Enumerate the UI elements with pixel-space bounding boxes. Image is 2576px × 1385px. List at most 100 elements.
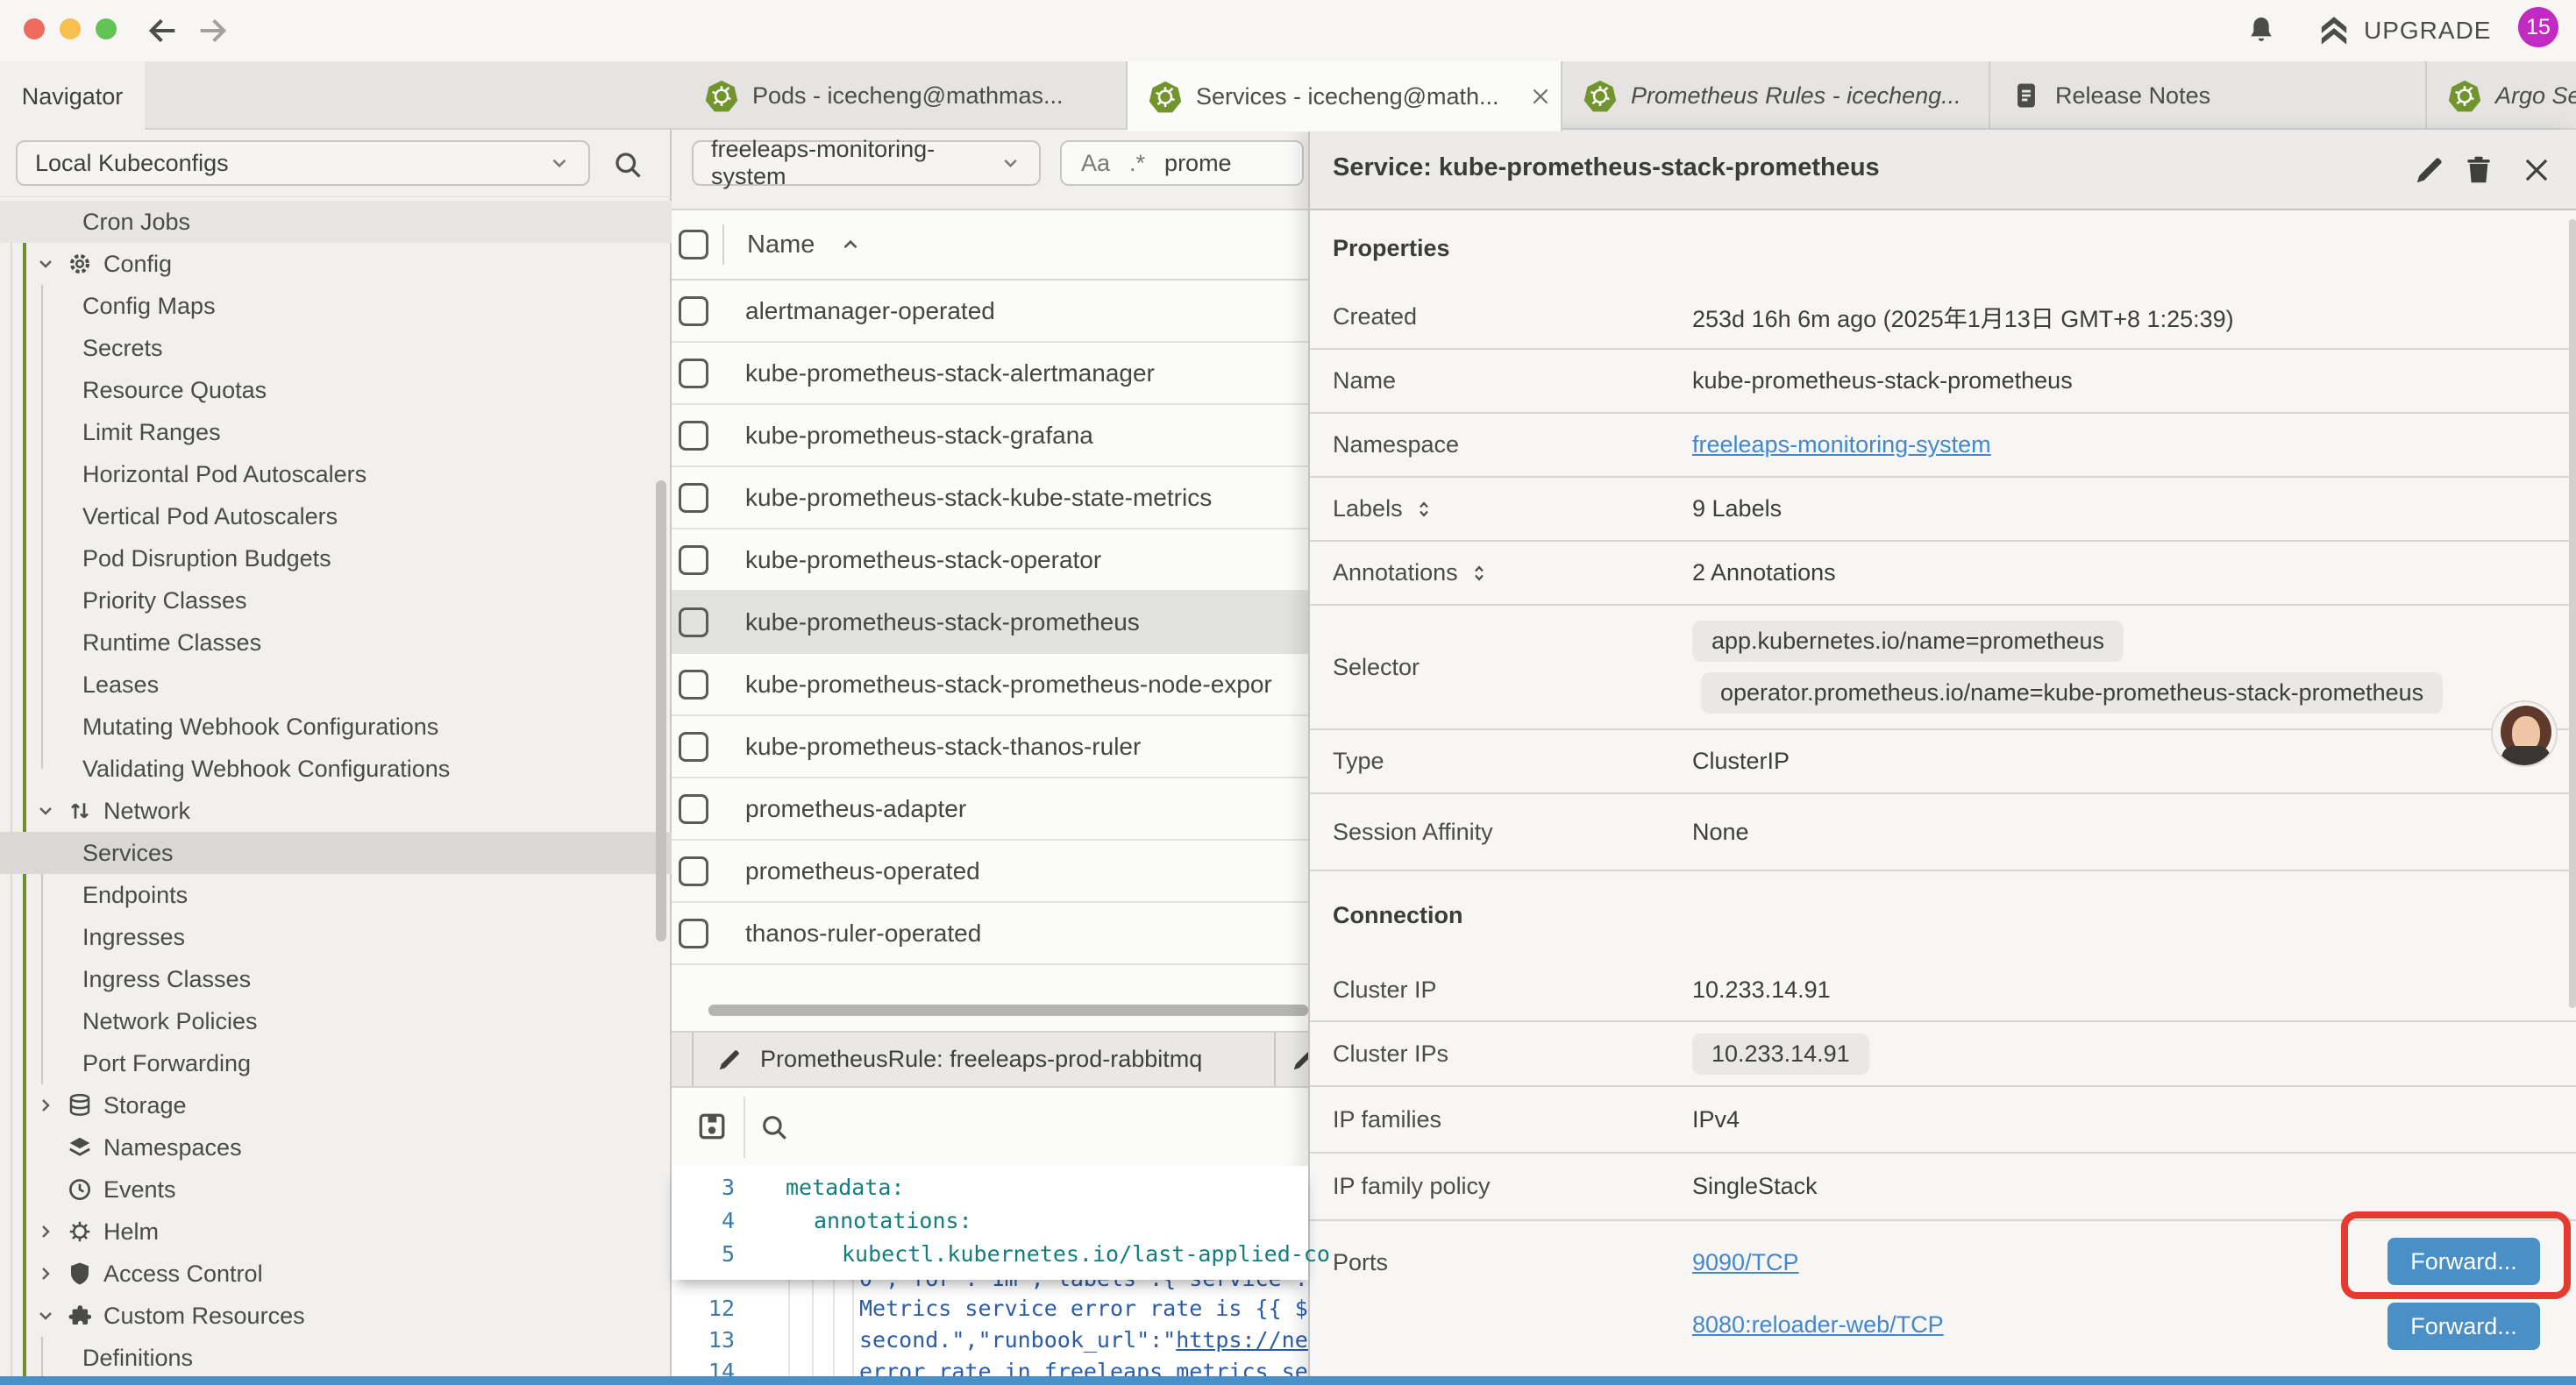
chevron-right-icon[interactable] — [35, 1095, 56, 1116]
tab-pods[interactable]: Pods - icecheng@mathmas... — [684, 61, 1128, 130]
sidebar-item-validating-webhook-configurations[interactable]: Validating Webhook Configurations — [0, 748, 672, 790]
sidebar-item-limit-ranges[interactable]: Limit Ranges — [0, 411, 672, 453]
match-case-toggle[interactable]: Aa — [1081, 150, 1110, 177]
editor-search-icon[interactable] — [759, 1112, 789, 1142]
sidebar-item-network-policies[interactable]: Network Policies — [0, 1000, 672, 1042]
table-row[interactable]: kube-prometheus-stack-alertmanager — [672, 343, 1308, 405]
table-row[interactable]: prometheus-operated — [672, 841, 1308, 903]
notification-badge[interactable]: 15 — [2518, 7, 2558, 47]
sidebar-item-config[interactable]: Config — [0, 243, 672, 285]
table-row[interactable]: kube-prometheus-stack-thanos-ruler — [672, 716, 1308, 778]
kubeconfig-selector[interactable]: Local Kubeconfigs — [16, 140, 590, 186]
sidebar-item-storage[interactable]: Storage — [0, 1084, 672, 1126]
tab-navigator[interactable]: Navigator — [0, 61, 145, 131]
forward-button[interactable] — [195, 13, 230, 48]
sidebar-item-custom-resources[interactable]: Custom Resources — [0, 1295, 672, 1337]
sidebar-item-port-forwarding[interactable]: Port Forwarding — [0, 1042, 672, 1084]
table-row-selected[interactable]: kube-prometheus-stack-prometheus — [672, 592, 1308, 654]
tab-release-notes[interactable]: Release Notes — [1990, 61, 2427, 130]
table-row[interactable]: alertmanager-operated — [672, 281, 1308, 343]
labels-value[interactable]: 9 Labels — [1692, 495, 1782, 522]
namespace-selector[interactable]: freeleaps-monitoring-system — [692, 140, 1041, 186]
close-tab-icon[interactable] — [1529, 85, 1552, 108]
sidebar-scrollbar[interactable] — [656, 480, 666, 941]
notifications-bell-icon[interactable] — [2245, 14, 2278, 47]
name-column-header[interactable]: Name — [747, 231, 815, 259]
table-row[interactable]: kube-prometheus-stack-prometheus-node-ex… — [672, 654, 1308, 716]
row-checkbox[interactable] — [679, 732, 708, 762]
namespace-link[interactable]: freeleaps-monitoring-system — [1692, 431, 1991, 458]
yaml-editor[interactable]: 0","for":"1m","labels":{"service":" 12 M… — [672, 1166, 1308, 1385]
row-checkbox[interactable] — [679, 421, 708, 451]
sidebar-item-leases[interactable]: Leases — [0, 664, 672, 706]
sidebar-item-endpoints[interactable]: Endpoints — [0, 874, 672, 916]
detail-panel-scrollbar[interactable] — [2569, 219, 2576, 1008]
chevron-right-icon[interactable] — [35, 1221, 56, 1242]
row-checkbox[interactable] — [679, 296, 708, 326]
sidebar-item-horizontal-pod-autoscalers[interactable]: Horizontal Pod Autoscalers — [0, 453, 672, 495]
table-row[interactable]: thanos-ruler-operated — [672, 903, 1308, 965]
minimize-window-button[interactable] — [60, 18, 81, 39]
chevron-right-icon[interactable] — [35, 1263, 56, 1284]
close-icon[interactable] — [2520, 153, 2553, 187]
tab-prometheus-rules[interactable]: Prometheus Rules - icecheng... — [1562, 61, 1990, 130]
sidebar-item-config-maps[interactable]: Config Maps — [0, 285, 672, 327]
sidebar-item-network[interactable]: Network — [0, 790, 672, 832]
save-icon[interactable] — [696, 1111, 728, 1142]
table-row[interactable]: kube-prometheus-stack-operator — [672, 529, 1308, 592]
sidebar-item-priority-classes[interactable]: Priority Classes — [0, 579, 672, 621]
table-row[interactable]: kube-prometheus-stack-kube-state-metrics — [672, 467, 1308, 529]
sidebar-item-services[interactable]: Services — [0, 832, 672, 874]
maximize-window-button[interactable] — [96, 18, 117, 39]
row-checkbox[interactable] — [679, 359, 708, 388]
sidebar-item-mutating-webhook-configurations[interactable]: Mutating Webhook Configurations — [0, 706, 672, 748]
chevron-down-icon[interactable] — [35, 1305, 56, 1326]
sidebar-item-ingresses[interactable]: Ingresses — [0, 916, 672, 958]
sidebar-item-helm[interactable]: Helm — [0, 1211, 672, 1253]
sidebar-item-secrets[interactable]: Secrets — [0, 327, 672, 369]
back-button[interactable] — [146, 13, 181, 48]
sidebar-item-definitions[interactable]: Definitions — [0, 1337, 672, 1376]
expand-collapse-icon[interactable] — [1469, 563, 1490, 584]
search-input[interactable]: Aa .* prome — [1060, 140, 1304, 186]
upgrade-icon[interactable] — [2316, 13, 2352, 48]
sidebar-item-access-control[interactable]: Access Control — [0, 1253, 672, 1295]
chevron-down-icon[interactable] — [35, 253, 56, 274]
horizontal-scrollbar[interactable] — [708, 1005, 1308, 1016]
row-checkbox[interactable] — [679, 483, 708, 513]
sidebar-item-runtime-classes[interactable]: Runtime Classes — [0, 621, 672, 664]
sidebar-item-ingress-classes[interactable]: Ingress Classes — [0, 958, 672, 1000]
table-row[interactable]: prometheus-adapter — [672, 778, 1308, 841]
upgrade-button[interactable]: UPGRADE — [2364, 17, 2491, 45]
sidebar-item-resource-quotas[interactable]: Resource Quotas — [0, 369, 672, 411]
table-row[interactable]: kube-prometheus-stack-grafana — [672, 405, 1308, 467]
select-all-checkbox[interactable] — [679, 230, 708, 259]
row-checkbox[interactable] — [679, 607, 708, 637]
row-checkbox[interactable] — [679, 856, 708, 886]
tab-argo[interactable]: Argo Se — [2427, 61, 2576, 130]
edit-pencil-icon[interactable] — [2413, 153, 2446, 187]
sidebar-item-events[interactable]: Events — [0, 1168, 672, 1211]
sidebar-item-namespaces[interactable]: Namespaces — [0, 1126, 672, 1168]
editor-tab-partial[interactable] — [1283, 1033, 1308, 1086]
sidebar-item-vertical-pod-autoscalers[interactable]: Vertical Pod Autoscalers — [0, 495, 672, 537]
port-link-9090[interactable]: 9090/TCP — [1692, 1249, 1799, 1276]
trash-icon[interactable] — [2462, 153, 2495, 187]
row-checkbox[interactable] — [679, 670, 708, 700]
row-checkbox[interactable] — [679, 919, 708, 948]
regex-toggle[interactable]: .* — [1129, 150, 1145, 177]
annotations-value[interactable]: 2 Annotations — [1692, 559, 1836, 586]
chevron-down-icon[interactable] — [35, 800, 56, 821]
tab-services[interactable]: Services - icecheng@math... — [1128, 61, 1562, 131]
port-link-8080[interactable]: 8080:reloader-web/TCP — [1692, 1311, 1944, 1339]
row-checkbox[interactable] — [679, 545, 708, 575]
sidebar-item-pod-disruption-budgets[interactable]: Pod Disruption Budgets — [0, 537, 672, 579]
sidebar-item-cron-jobs[interactable]: Cron Jobs — [0, 201, 672, 243]
forward-button-8080[interactable]: Forward... — [2387, 1303, 2540, 1350]
row-checkbox[interactable] — [679, 794, 708, 824]
close-window-button[interactable] — [24, 18, 45, 39]
avatar[interactable] — [2491, 700, 2558, 767]
editor-tab-prometheusrule[interactable]: PrometheusRule: freeleaps-prod-rabbitmq — [692, 1033, 1276, 1086]
sort-ascending-icon[interactable] — [839, 233, 862, 256]
expand-collapse-icon[interactable] — [1413, 499, 1434, 520]
